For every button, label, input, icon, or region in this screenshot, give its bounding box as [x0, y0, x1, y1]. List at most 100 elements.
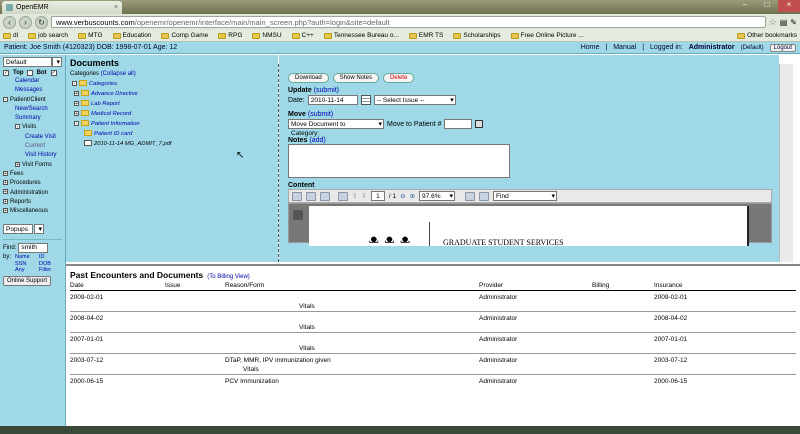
tree-node[interactable]: + Advance Directive — [70, 89, 274, 99]
bookmark-item[interactable]: MTG — [78, 32, 103, 39]
logout-button[interactable]: Logout — [769, 43, 796, 52]
nav-item-calendar[interactable]: Calendar — [3, 77, 62, 86]
share-icon[interactable] — [320, 191, 330, 201]
reload-icon[interactable]: ↻ — [35, 15, 48, 29]
bookmark-item[interactable]: Tennessee Bureau o... — [323, 32, 399, 39]
expand-icon[interactable]: + — [3, 198, 8, 204]
nav-item-procedures[interactable]: + Procedures — [3, 179, 62, 188]
page-number-input[interactable]: 1 — [370, 191, 385, 201]
wrench-icon[interactable]: ✎ — [790, 18, 797, 27]
download-button[interactable]: Download — [288, 73, 329, 83]
nav-item-patient-client[interactable]: - Patient/Client — [3, 96, 62, 105]
star-icon[interactable]: ☆ — [769, 17, 777, 28]
bookmark-item[interactable]: RPG — [218, 32, 242, 39]
issue-select[interactable]: -- Select Issue -- — [373, 95, 456, 105]
expand-icon[interactable]: + — [3, 208, 8, 214]
search-patient-icon[interactable] — [475, 120, 484, 128]
manual-link[interactable]: Manual — [613, 44, 636, 51]
fit-page-icon[interactable] — [479, 191, 490, 201]
calendar-icon[interactable] — [360, 95, 371, 105]
bot-checkbox[interactable] — [26, 70, 33, 76]
tree-node[interactable]: Patient ID card — [70, 129, 274, 139]
notes-add-link[interactable]: (add) — [309, 137, 325, 144]
tree-node[interactable]: 2010-11-14 MG_ADMIT_7.pdf — [70, 139, 274, 149]
forward-icon[interactable]: › — [19, 15, 32, 29]
bookmark-item[interactable]: EMR TS — [408, 32, 443, 39]
tree-node[interactable]: + Medical Record — [70, 109, 274, 119]
popups-select-arrow[interactable] — [34, 224, 44, 235]
save-icon[interactable] — [292, 191, 302, 201]
nav-item-create-visit[interactable]: Create Visit — [3, 133, 62, 142]
date-input[interactable]: 2010-11-14 — [307, 95, 358, 105]
tree-node[interactable]: - Patient Information — [70, 119, 274, 129]
nav-item-administration[interactable]: + Administration — [3, 189, 62, 198]
bookmark-item[interactable]: Education — [112, 32, 151, 39]
expand-icon[interactable]: - — [72, 80, 77, 86]
nav-item-visits[interactable]: - Visits — [3, 123, 62, 132]
table-row[interactable]: 2007-01-01 Vitals Administrator 2007-01-01 — [70, 332, 796, 354]
move-category-select[interactable]: Move Document to Category: — [288, 119, 384, 137]
fit-width-icon[interactable] — [465, 191, 476, 201]
nav-item-visit-history[interactable]: Visit History — [3, 151, 62, 160]
show-notes-button[interactable]: Show Notes — [332, 73, 379, 83]
expand-icon[interactable]: + — [3, 180, 8, 186]
table-row[interactable]: 2009-02-01 Vitals Administrator 2009-02-01 — [70, 290, 796, 312]
expand-icon[interactable]: - — [74, 120, 79, 126]
print-icon[interactable] — [306, 191, 316, 201]
zoom-select[interactable]: 97.6% — [419, 191, 456, 201]
zoom-in-icon[interactable]: ⊕ — [410, 192, 415, 200]
bookmark-item[interactable]: Free Online Picture ... — [510, 32, 584, 39]
layout-select-arrow[interactable] — [52, 57, 62, 67]
nav-item-reports[interactable]: + Reports — [3, 198, 62, 207]
bookmark-item[interactable]: NMSU — [252, 32, 282, 39]
url-input[interactable]: www.verbuscounts.com/openemr/openemr/int… — [51, 16, 766, 28]
zoom-out-icon[interactable]: ⊖ — [400, 192, 405, 200]
expand-icon[interactable]: + — [3, 189, 8, 195]
search-by-option[interactable]: Any — [15, 267, 35, 274]
search-by-option[interactable]: Filter — [39, 267, 59, 274]
table-row[interactable]: 2003-07-12 DTaP, MMR, IPV immunization gi… — [70, 353, 796, 375]
bookmark-item[interactable]: job search — [28, 32, 68, 39]
nav-item-new-search[interactable]: New/Search — [3, 105, 62, 114]
bot-checkbox-2[interactable]: ✓ — [50, 70, 57, 76]
prev-page-icon[interactable]: ⇧ — [352, 192, 357, 200]
home-link[interactable]: Home — [581, 44, 600, 51]
nav-item-fees[interactable]: + Fees — [3, 170, 62, 179]
detail-scrollbar[interactable] — [779, 64, 793, 262]
pdf-find-input[interactable]: Find — [493, 191, 558, 201]
tree-node[interactable]: - Categories — [70, 79, 274, 89]
comment-icon[interactable] — [338, 191, 348, 201]
top-checkbox[interactable]: ✓ — [3, 70, 9, 76]
expand-icon[interactable]: + — [74, 90, 79, 96]
collapse-all-link[interactable]: (Collapse all) — [101, 71, 136, 77]
nav-item-current[interactable]: Current — [3, 142, 62, 151]
bookmark-item[interactable]: dl — [3, 32, 18, 39]
bookmark-item[interactable]: C++ — [291, 32, 314, 39]
nav-item-summary[interactable]: Summary — [3, 114, 62, 123]
maximize-icon[interactable]: □ — [756, 0, 778, 12]
nav-item-messages[interactable]: Messages — [3, 86, 62, 95]
next-page-icon[interactable]: ⇩ — [361, 192, 366, 200]
expand-icon[interactable]: + — [15, 161, 20, 167]
delete-button[interactable]: Delete — [382, 73, 415, 83]
bookmark-item[interactable]: Comp Game — [161, 32, 208, 39]
table-row[interactable]: 2008-04-02 Vitals Administrator 2008-04-02 — [70, 311, 796, 333]
expand-icon[interactable]: - — [15, 124, 20, 130]
close-window-icon[interactable]: × — [778, 0, 800, 12]
pdf-viewer[interactable]: ᴥᴥᴥ GRADUATE STUDENT SERVICES — [288, 203, 772, 247]
move-submit-link[interactable]: (submit) — [308, 111, 333, 118]
nav-item-miscellaneous[interactable]: + Miscellaneous — [3, 207, 62, 216]
back-icon[interactable]: ‹ — [3, 15, 16, 29]
other-bookmarks[interactable]: Other bookmarks — [737, 32, 797, 39]
minimize-icon[interactable]: – — [734, 0, 756, 12]
billing-view-link[interactable]: (To Billing View) — [207, 274, 250, 280]
tab-close-icon[interactable]: × — [114, 4, 118, 11]
find-input[interactable]: smith — [18, 243, 49, 254]
update-submit-link[interactable]: (submit) — [314, 87, 339, 94]
expand-icon[interactable]: + — [3, 170, 8, 176]
patient-number-input[interactable] — [444, 119, 473, 129]
nav-item-visit-forms[interactable]: + Visit Forms — [3, 161, 62, 170]
tree-node[interactable]: + Lab Report — [70, 99, 274, 109]
online-support-button[interactable]: Online Support — [3, 275, 52, 286]
table-row[interactable]: 2000-06-15 PCV Immunization Administrator 2… — [70, 374, 796, 393]
